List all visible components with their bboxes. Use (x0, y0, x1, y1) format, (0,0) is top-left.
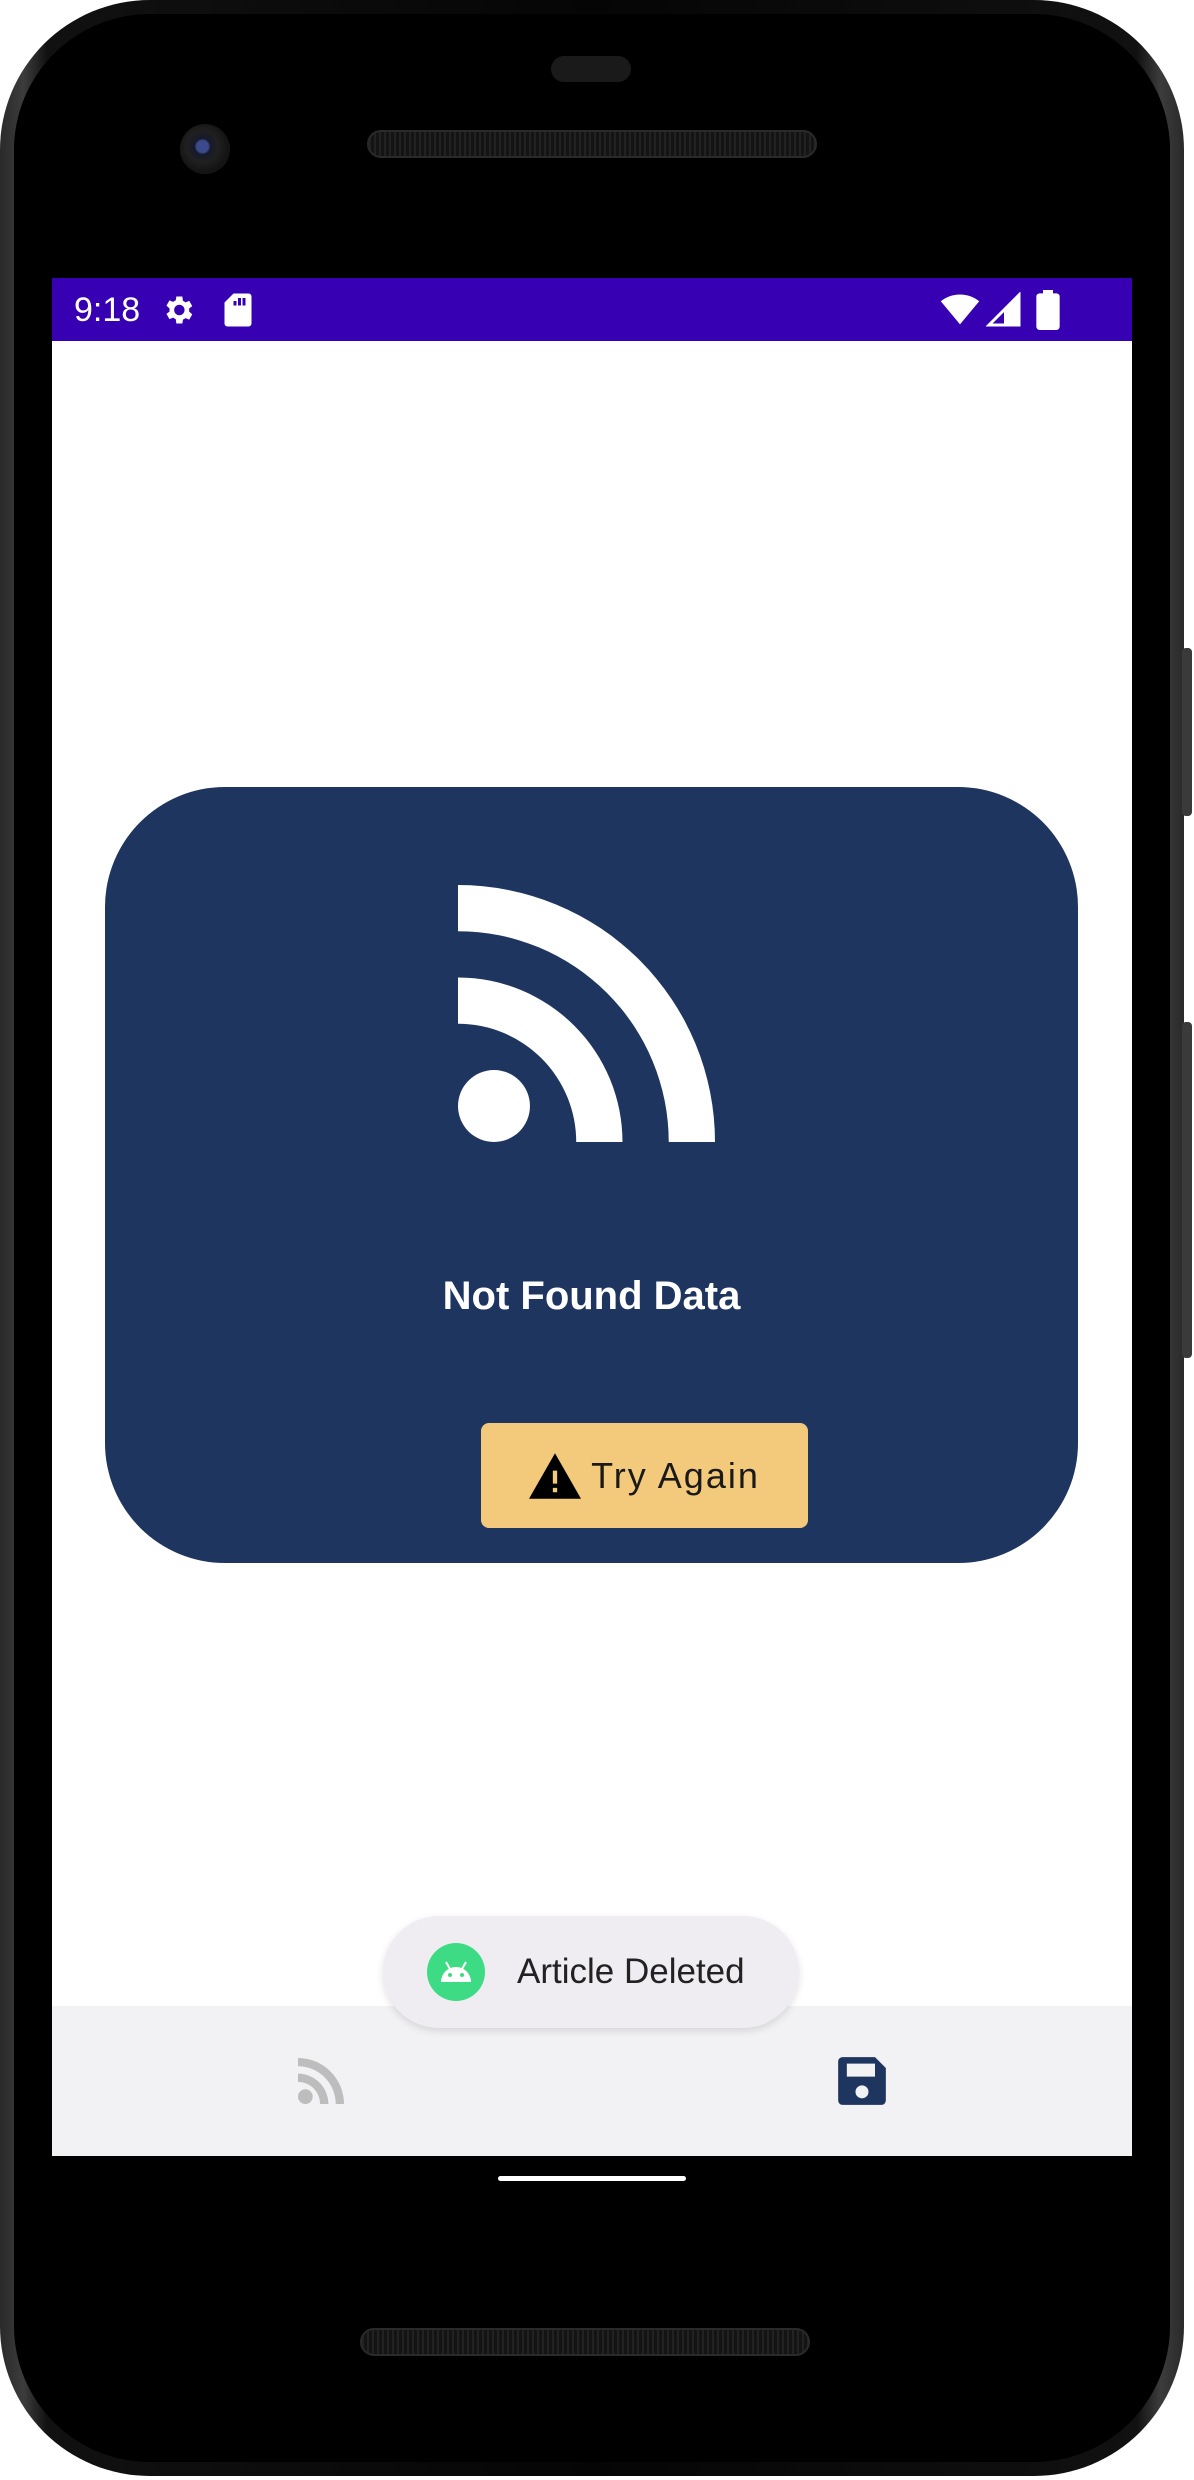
rss-feed-icon (458, 885, 715, 1142)
status-bar: 9:18 (52, 278, 1132, 341)
bottom-navigation (52, 2006, 1132, 2156)
try-again-button[interactable]: Try Again (481, 1423, 808, 1528)
wifi-icon (940, 294, 980, 325)
try-again-label: Try Again (591, 1454, 760, 1496)
battery-icon (1036, 290, 1060, 330)
rss-feed-icon (298, 2058, 344, 2104)
bottom-speaker (360, 2328, 810, 2356)
power-button (1182, 648, 1192, 816)
toast: Article Deleted (383, 1916, 799, 2028)
settings-icon (166, 296, 193, 324)
android-icon (427, 1943, 485, 2001)
screen: 9:18 Not Found Data Try Again Article De… (52, 278, 1132, 2156)
earpiece-sensor (551, 56, 631, 82)
status-time: 9:18 (74, 291, 141, 329)
not-found-message: Not Found Data (442, 1274, 741, 1318)
home-indicator[interactable] (498, 2176, 686, 2181)
volume-button (1182, 1022, 1192, 1358)
sd-card-icon (224, 293, 252, 327)
top-speaker (367, 130, 817, 158)
front-camera (180, 124, 230, 174)
warning-icon (529, 1452, 582, 1499)
nav-item-feed[interactable] (286, 2046, 356, 2116)
save-icon (838, 2057, 886, 2105)
toast-message: Article Deleted (517, 1952, 745, 1991)
nav-item-saved[interactable] (827, 2046, 897, 2116)
empty-state-card: Not Found Data Try Again (105, 787, 1078, 1563)
signal-icon (986, 292, 1021, 327)
